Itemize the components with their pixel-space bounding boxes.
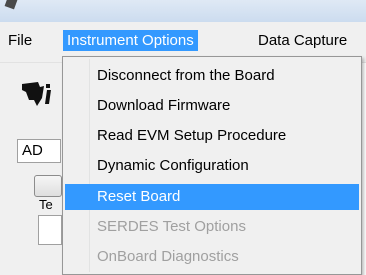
- menu-file[interactable]: File: [4, 30, 36, 51]
- main-panel: AD Te: [0, 63, 62, 275]
- menu-item-serdes-test-options: SERDES Test Options: [97, 218, 246, 235]
- window-title-bar: [0, 0, 366, 22]
- menu-data-capture[interactable]: Data Capture: [254, 30, 351, 51]
- menu-item-read-evm-setup[interactable]: Read EVM Setup Procedure: [65, 123, 359, 149]
- menu-instrument-options[interactable]: Instrument Options: [63, 30, 198, 51]
- text-field[interactable]: [38, 215, 62, 245]
- menu-item-disconnect[interactable]: Disconnect from the Board: [65, 63, 359, 89]
- instrument-options-menu: Disconnect from the Board Download Firmw…: [62, 56, 362, 275]
- menu-item-onboard-diagnostics: OnBoard Diagnostics: [97, 248, 239, 265]
- app-icon: [4, 0, 18, 10]
- field-label: Te: [39, 197, 53, 212]
- menu-item-dynamic-configuration[interactable]: Dynamic Configuration: [65, 153, 359, 179]
- menu-item-reset-board[interactable]: Reset Board: [65, 184, 359, 210]
- action-button[interactable]: [34, 175, 62, 197]
- device-select[interactable]: AD: [17, 139, 61, 163]
- menu-item-download-firmware[interactable]: Download Firmware: [65, 93, 359, 119]
- texas-instruments-logo-icon: [22, 82, 51, 106]
